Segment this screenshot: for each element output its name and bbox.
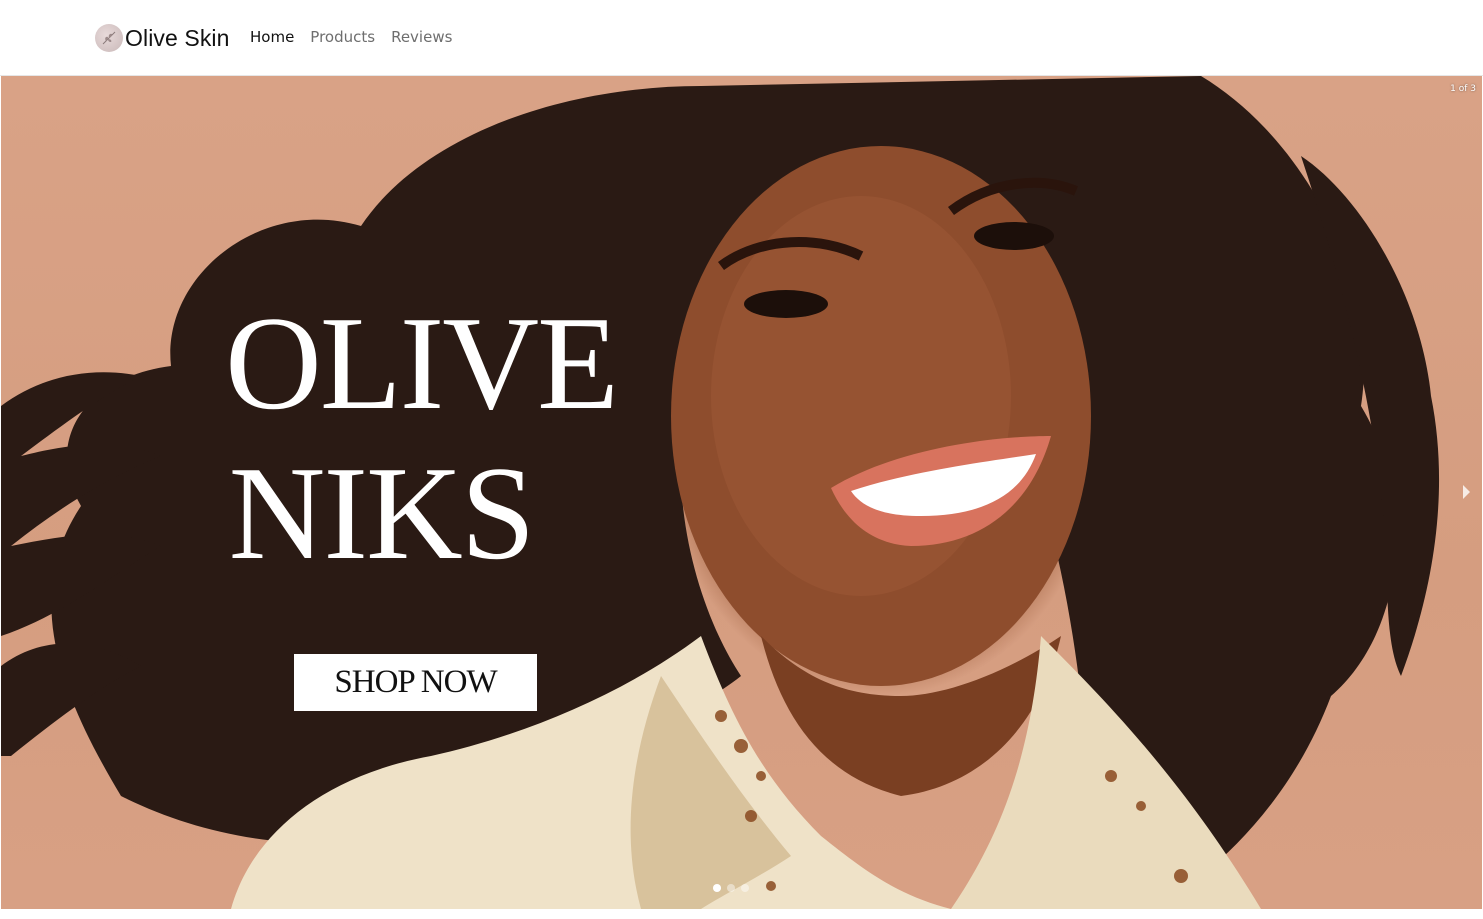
carousel-dot-1[interactable] (713, 884, 721, 892)
brand-name: Olive Skin (125, 24, 230, 51)
page-bottom-strip (0, 909, 1483, 919)
hero-carousel: 1 of 3 OLIVE NIKS SHOP NOW (1, 76, 1482, 909)
shop-now-button[interactable]: SHOP NOW (294, 654, 537, 711)
slide-counter: 1 of 3 (1450, 84, 1476, 94)
top-navbar: Olive Skin Home Products Reviews (0, 0, 1483, 76)
brand-link[interactable]: Olive Skin (95, 22, 230, 54)
headline-line-1: OLIVE (225, 289, 619, 437)
carousel-dot-2[interactable] (727, 884, 735, 892)
hero-headline: OLIVE NIKS (171, 288, 671, 588)
nav-link-reviews[interactable]: Reviews (391, 27, 452, 47)
carousel-indicators (713, 884, 749, 892)
main-nav: Home Products Reviews (250, 27, 452, 47)
headline-line-2: NIKS (228, 439, 536, 587)
nav-link-home[interactable]: Home (250, 27, 294, 47)
carousel-dot-3[interactable] (741, 884, 749, 892)
nav-link-products[interactable]: Products (310, 27, 375, 47)
leaf-emblem-icon (95, 24, 123, 52)
chevron-right-icon[interactable] (1462, 484, 1472, 500)
